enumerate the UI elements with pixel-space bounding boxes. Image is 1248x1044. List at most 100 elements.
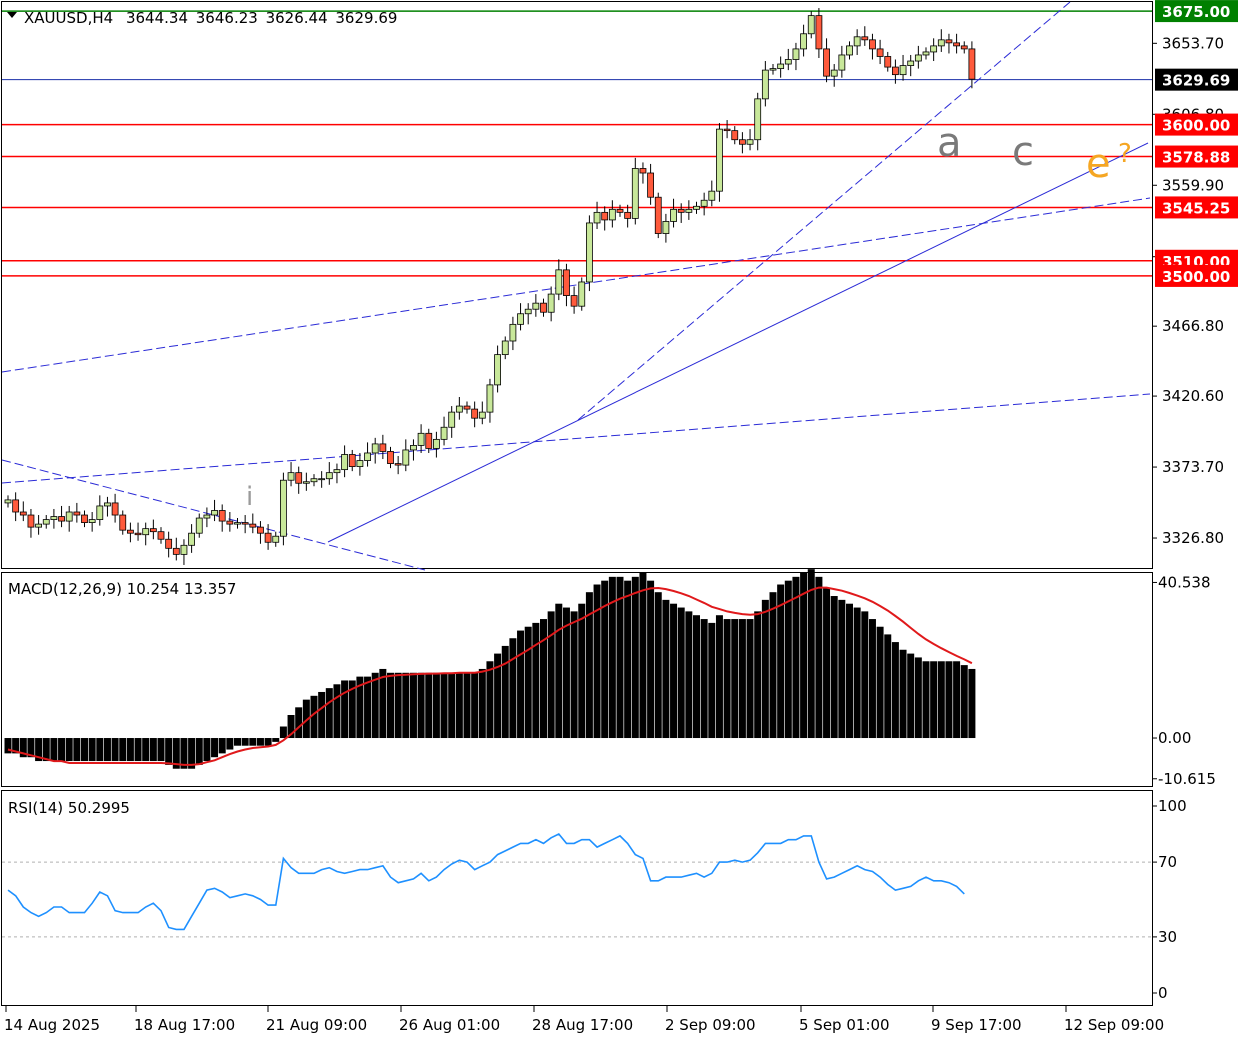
- macd-histogram-bar: [318, 691, 326, 739]
- macd-label: MACD(12,26,9) 10.254 13.357: [8, 580, 236, 598]
- macd-histogram-bar: [616, 576, 624, 739]
- macd-histogram-bar: [364, 676, 372, 739]
- macd-histogram-bar: [662, 599, 670, 739]
- macd-histogram-bar: [823, 588, 831, 739]
- rsi-axis-tick: 100: [1158, 797, 1187, 815]
- chart-canvas: 3653.703606.803559.903512.703466.803420.…: [0, 0, 1248, 1040]
- wave-label-i: i: [246, 482, 253, 512]
- macd-histogram-bar: [715, 615, 723, 739]
- macd-histogram-bar: [463, 672, 471, 739]
- macd-histogram-bar: [103, 738, 111, 762]
- macd-histogram-bar: [241, 738, 249, 746]
- macd-histogram-bar: [226, 738, 234, 750]
- macd-histogram-bar: [708, 622, 716, 739]
- macd-histogram-bar: [486, 661, 494, 739]
- macd-histogram-bar: [440, 672, 448, 739]
- chart-header: XAUUSD,H4 3644.34 3646.23 3626.44 3629.6…: [24, 9, 397, 27]
- macd-histogram-bar: [387, 672, 394, 739]
- macd-histogram-bar: [960, 665, 968, 739]
- macd-histogram-bar: [501, 645, 509, 739]
- macd-histogram-bar: [578, 603, 586, 739]
- macd-histogram-bar: [142, 738, 150, 762]
- svg-text:3545.25: 3545.25: [1162, 199, 1230, 217]
- macd-histogram-bar: [272, 738, 280, 742]
- macd-histogram-bar: [417, 672, 425, 739]
- candle: [279, 472, 287, 546]
- macd-histogram-bar: [815, 576, 823, 739]
- macd-histogram-bar: [654, 592, 662, 739]
- macd-histogram-bar: [754, 611, 762, 739]
- macd-histogram-bar: [50, 738, 58, 762]
- open-value: 3644.34: [126, 9, 188, 27]
- macd-histogram-bar: [853, 607, 861, 739]
- macd-histogram-bar: [846, 603, 853, 739]
- rsi-label: RSI(14) 50.2995: [8, 799, 130, 817]
- close-value: 3629.69: [335, 9, 397, 27]
- macd-histogram-bar: [394, 672, 402, 739]
- macd-histogram-bar: [937, 661, 945, 739]
- candle: [586, 215, 593, 292]
- macd-histogram-bar: [379, 668, 387, 739]
- time-axis-tick: 2 Sep 09:00: [665, 1016, 756, 1034]
- symbol-label: XAUUSD,H4: [24, 9, 113, 27]
- time-axis-tick: 21 Aug 09:00: [266, 1016, 367, 1034]
- macd-histogram-bar: [218, 738, 226, 754]
- macd-axis-tick: 0.00: [1158, 729, 1191, 747]
- macd-histogram-bar: [234, 738, 241, 746]
- price-axis-tick: 3373.70: [1162, 458, 1224, 476]
- macd-histogram-bar: [891, 642, 899, 739]
- macd-histogram-bar: [249, 738, 257, 746]
- macd-histogram-bar: [432, 672, 440, 739]
- macd-histogram-bar: [126, 738, 134, 762]
- macd-histogram-bar: [922, 661, 930, 739]
- macd-axis-tick: 40.538: [1158, 573, 1211, 591]
- macd-histogram-bar: [761, 599, 769, 739]
- macd-histogram-bar: [738, 619, 746, 739]
- level-price-tag: 3600.00: [1155, 113, 1238, 136]
- macd-histogram-bar: [96, 738, 104, 762]
- macd-histogram-bar: [639, 573, 647, 739]
- macd-histogram-bar: [624, 580, 632, 739]
- macd-histogram-bar: [195, 738, 203, 765]
- price-axis-tick: 3559.90: [1162, 176, 1224, 194]
- time-axis-tick: 9 Sep 17:00: [931, 1016, 1022, 1034]
- rsi-axis-tick: 30: [1158, 928, 1177, 946]
- macd-histogram-bar: [540, 619, 547, 739]
- macd-histogram-bar: [593, 584, 601, 739]
- time-axis-tick: 26 Aug 01:00: [399, 1016, 500, 1034]
- level-price-tag: 3500.00: [1155, 264, 1238, 287]
- price-axis-tick: 3466.80: [1162, 317, 1224, 335]
- svg-text:3629.69: 3629.69: [1162, 72, 1230, 90]
- macd-histogram-bar: [295, 707, 303, 739]
- macd-histogram-bar: [517, 630, 525, 739]
- macd-histogram-bar: [555, 603, 563, 739]
- macd-histogram-bar: [341, 680, 349, 739]
- level-price-tag: 3675.00: [1155, 0, 1238, 23]
- time-axis-tick: 28 Aug 17:00: [532, 1016, 633, 1034]
- time-axis-tick: 18 Aug 17:00: [134, 1016, 235, 1034]
- macd-histogram-bar: [685, 611, 693, 739]
- macd-histogram-bar: [547, 611, 555, 739]
- current-price-tag: 3629.69: [1155, 68, 1238, 91]
- macd-histogram-bar: [256, 738, 264, 746]
- macd-histogram-bar: [119, 738, 127, 762]
- macd-histogram-bar: [631, 576, 639, 739]
- price-axis-tick: 3326.80: [1162, 529, 1224, 547]
- macd-histogram-bar: [81, 738, 88, 762]
- macd-histogram-bar: [792, 576, 800, 739]
- macd-histogram-bar: [914, 657, 922, 739]
- wave-label-e: e: [1086, 141, 1111, 187]
- macd-histogram-bar: [930, 661, 938, 739]
- macd-histogram-bar: [945, 661, 953, 739]
- macd-histogram-bar: [784, 580, 792, 739]
- macd-histogram-bar: [88, 738, 96, 762]
- level-price-tag: 3545.25: [1155, 196, 1238, 219]
- macd-histogram-bar: [968, 668, 976, 739]
- price-axis-tick: 3420.60: [1162, 387, 1224, 405]
- macd-histogram-bar: [203, 738, 211, 762]
- rsi-axis-tick: 70: [1158, 853, 1177, 871]
- macd-histogram-bar: [731, 619, 739, 739]
- macd-histogram-bar: [279, 726, 287, 739]
- macd-histogram-bar: [264, 738, 272, 746]
- macd-histogram-bar: [777, 584, 785, 739]
